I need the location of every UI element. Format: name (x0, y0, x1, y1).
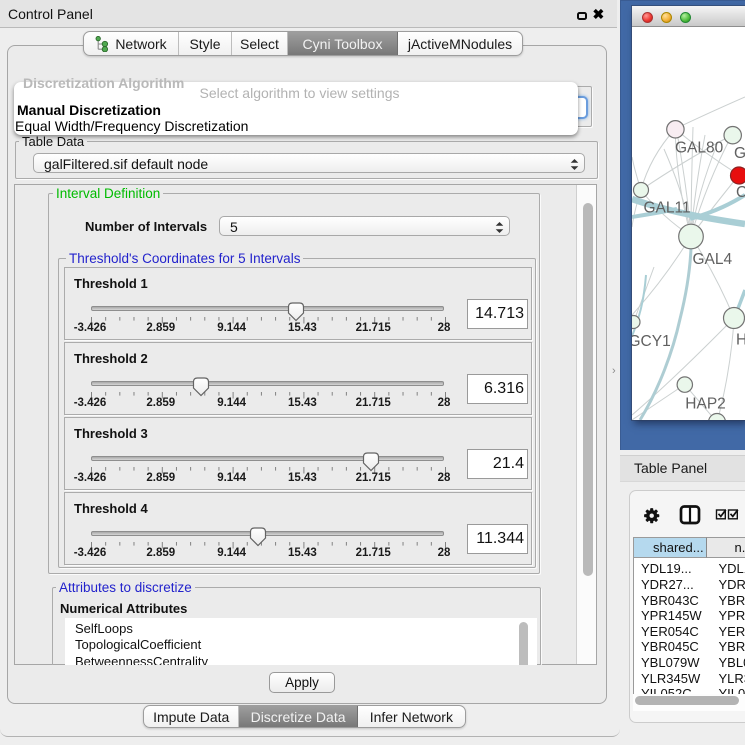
svg-text:HIS5: HIS5 (736, 331, 745, 348)
svg-text:GAL7: GAL7 (734, 145, 745, 162)
svg-text:GAL11: GAL11 (644, 200, 691, 217)
svg-text:GCY1: GCY1 (632, 333, 671, 350)
svg-text:C: C (736, 184, 745, 201)
svg-text:HAP2: HAP2 (685, 396, 726, 413)
svg-text:GAL80: GAL80 (675, 140, 724, 157)
svg-text:GAL4: GAL4 (693, 251, 733, 268)
